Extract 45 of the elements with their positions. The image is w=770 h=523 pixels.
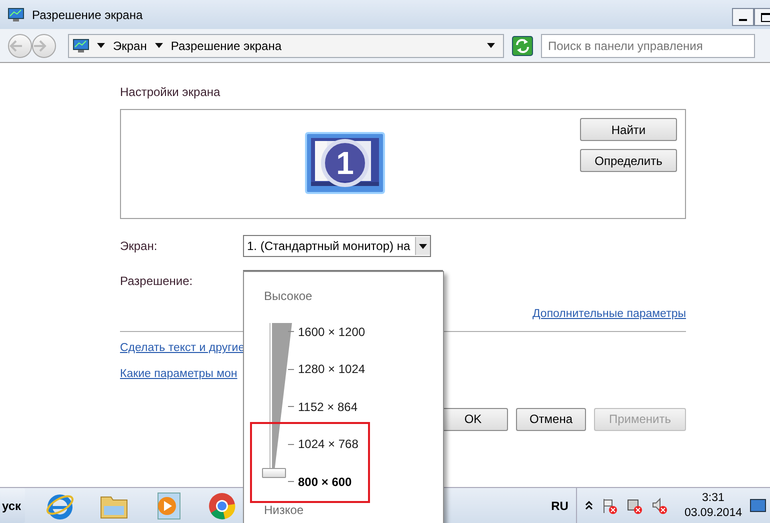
network-icon[interactable] (626, 496, 644, 514)
scale-label: Низкое (264, 502, 304, 519)
resolution-option[interactable]: 1600 × 1200 (298, 322, 366, 341)
field-label: Разрешение: (120, 273, 194, 290)
help-link[interactable]: Сделать текст и другие (120, 340, 245, 358)
speaker-icon[interactable] (651, 496, 668, 514)
breadcrumb[interactable]: Разрешение экрана (170, 36, 282, 54)
dialog-button[interactable]: Отмена (516, 408, 586, 431)
preview-button[interactable]: Найти (580, 118, 677, 141)
desktop-icon[interactable] (750, 498, 766, 512)
section-heading: Настройки экрана (120, 84, 222, 101)
caret-icon (487, 43, 495, 48)
monitor-drawing: 1 (305, 132, 385, 194)
caret-icon (154, 43, 163, 48)
caret-icon (97, 43, 105, 48)
arrow-right-icon (33, 40, 47, 52)
preview-button[interactable]: Определить (580, 149, 677, 172)
maximize-icon (761, 12, 770, 22)
resolution-option[interactable]: 800 × 600 (298, 472, 352, 491)
clock-time[interactable]: 3:31 (702, 491, 724, 506)
help-link[interactable]: Какие параметры мон (120, 366, 238, 383)
monitor-icon (73, 38, 89, 52)
display-select[interactable]: 1. (Стандартный монитор) на (243, 235, 431, 257)
start-button[interactable]: уск (0, 488, 26, 523)
flag-icon[interactable] (601, 496, 618, 514)
breadcrumb[interactable]: Экран (113, 36, 147, 54)
clock-date[interactable]: 03.09.2014 (684, 506, 742, 520)
address-bar[interactable]: Экран Разрешение экрана (68, 34, 504, 58)
field-label: Экран: (120, 238, 158, 255)
resolution-option[interactable]: 1152 × 864 (298, 398, 358, 416)
caret-icon (419, 244, 427, 248)
minimize-button[interactable] (732, 8, 754, 26)
arrow-left-icon (9, 40, 23, 52)
monitor-icon (8, 8, 24, 22)
advanced-settings-link[interactable]: Дополнительные параметры (532, 306, 686, 324)
window-title: Разрешение экрана (32, 6, 143, 24)
search-field[interactable]: Поиск в панели управления (541, 34, 755, 58)
resolution-option[interactable]: 1024 × 768 (298, 435, 358, 454)
slider-thumb[interactable] (262, 468, 286, 478)
resolution-option[interactable]: 1280 × 1024 (298, 360, 366, 378)
maximize-button[interactable] (754, 8, 770, 26)
scale-label: Высокое (264, 288, 312, 305)
language-indicator[interactable]: RU (551, 496, 568, 514)
refresh-button[interactable] (512, 36, 533, 56)
chevron-icon[interactable] (585, 501, 594, 510)
